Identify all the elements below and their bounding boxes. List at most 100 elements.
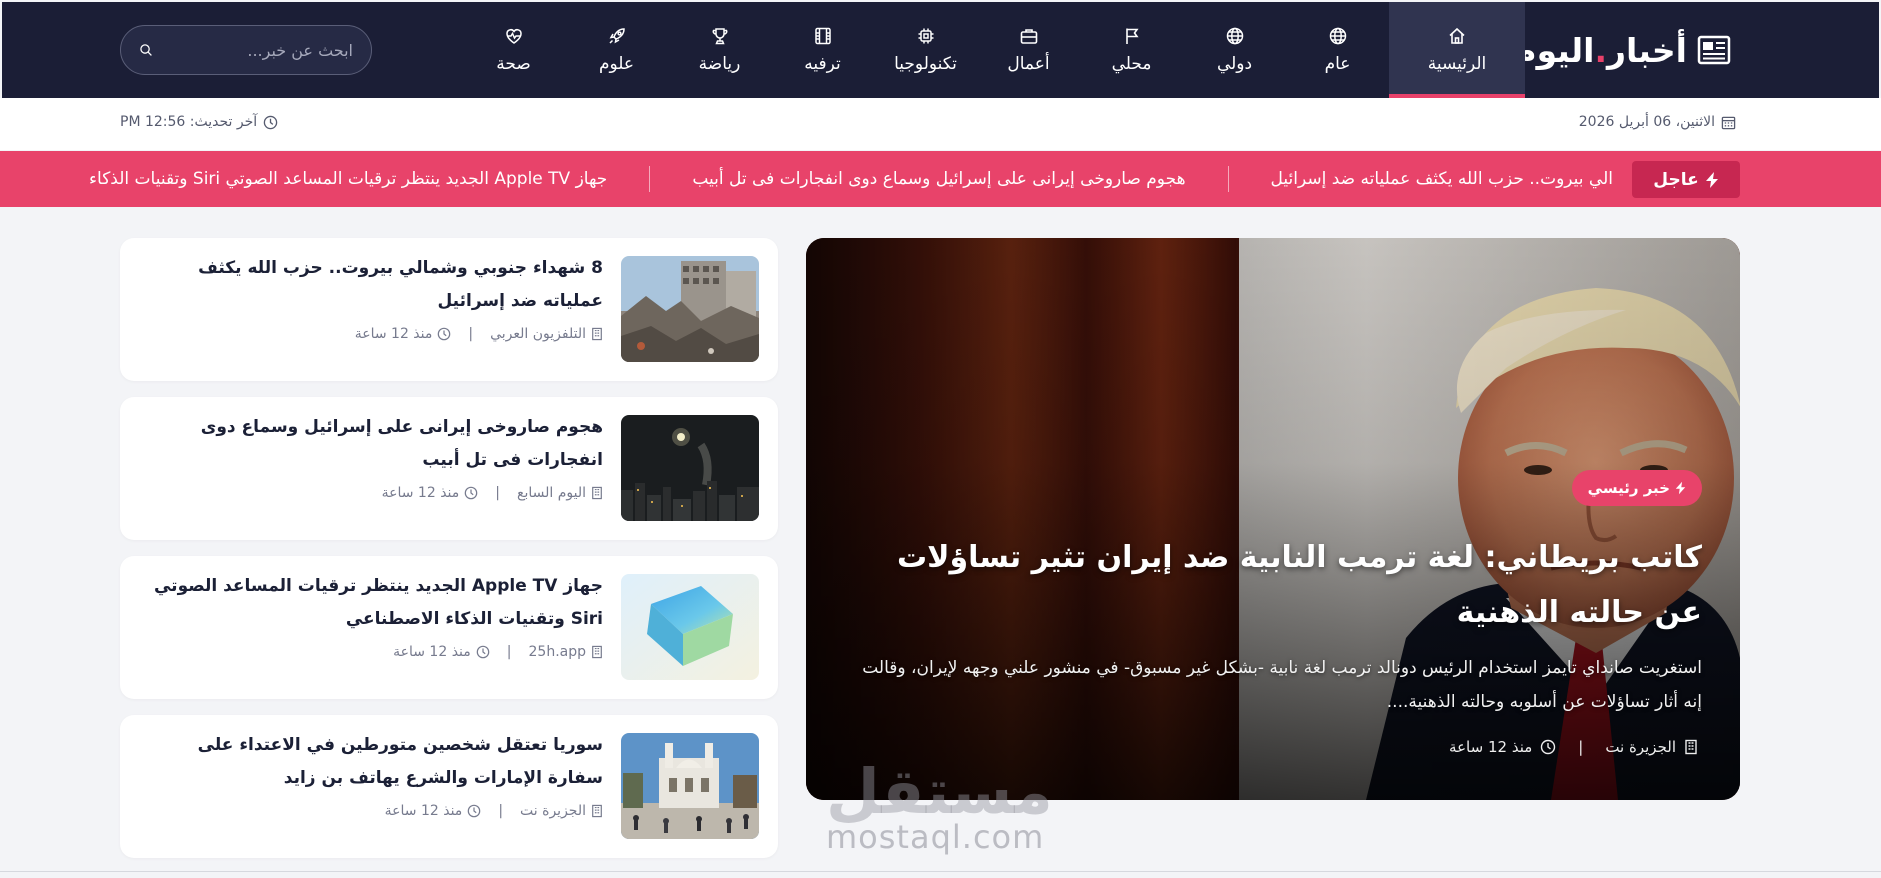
meta-divider: | xyxy=(1578,738,1584,756)
side-article-card[interactable]: جهاز Apple TV الجديد ينتظر ترقيات المساع… xyxy=(120,556,778,699)
building-icon xyxy=(592,327,602,341)
nav-label: علوم xyxy=(598,54,635,74)
briefcase-icon xyxy=(1020,29,1037,44)
nav-label: محلي xyxy=(1111,54,1152,74)
hero-article[interactable]: خبر رئيسي كاتب بريطاني: لغة ترمب النابية… xyxy=(806,238,1740,800)
nav-item-technology[interactable]: تكنولوجيا xyxy=(874,2,977,98)
article-source: 25h.app xyxy=(528,644,587,660)
article-meta: 25h.app | منذ 12 ساعة xyxy=(393,644,603,660)
article-title[interactable]: جهاز Apple TV الجديد ينتظر ترقيات المساع… xyxy=(138,570,603,636)
breaking-news-ticker: عاجل الي بيروت.. حزب الله يكثف عملياته ض… xyxy=(0,151,1881,207)
article-title[interactable]: هجوم صاروخى إيرانى على إسرائيل وسماع دوى… xyxy=(138,411,603,477)
article-meta: التلفزيون العربي | منذ 12 ساعة xyxy=(355,326,603,342)
watermark-latin: mostaql.com xyxy=(826,818,1045,856)
clock-icon xyxy=(476,645,490,659)
article-time: منذ 12 ساعة xyxy=(384,803,463,819)
film-icon xyxy=(814,27,831,45)
article-title[interactable]: 8 شهداء جنوبي وشمالي بيروت.. حزب الله يك… xyxy=(138,252,603,318)
info-bar: الاثنين، 06 أبريل 2026 آخر تحديث: 12:56 … xyxy=(0,98,1881,150)
hero-summary: استغريت صانداي تايمز استخدام الرئيس دونا… xyxy=(862,658,1702,712)
article-title[interactable]: سوريا تعتقل شخصين متورطين في الاعتداء عل… xyxy=(138,729,603,795)
article-thumbnail xyxy=(621,256,759,362)
ticker-item[interactable]: هجوم صاروخى إيرانى على إسرائيل وسماع دوى… xyxy=(650,169,1227,189)
hero-source: الجزيرة نت xyxy=(1605,738,1676,756)
newspaper-icon xyxy=(1697,35,1731,65)
side-article-card[interactable]: سوريا تعتقل شخصين متورطين في الاعتداء عل… xyxy=(120,715,778,858)
bolt-icon xyxy=(1675,481,1686,495)
meta-divider: | xyxy=(498,803,504,819)
meta-divider: | xyxy=(495,485,500,501)
nav-label: تكنولوجيا xyxy=(894,54,957,74)
meta-divider: | xyxy=(468,326,474,342)
article-time: منذ 12 ساعة xyxy=(381,485,460,501)
article-thumbnail xyxy=(621,733,759,839)
search-icon[interactable] xyxy=(139,39,153,61)
article-source: التلفزيون العربي xyxy=(490,326,586,342)
side-article-card[interactable]: 8 شهداء جنوبي وشمالي بيروت.. حزب الله يك… xyxy=(120,238,778,381)
ticker-divider xyxy=(1227,166,1229,192)
nav-item-business[interactable]: أعمال xyxy=(977,2,1080,98)
nav-item-local[interactable]: محلي xyxy=(1080,2,1183,98)
article-thumbnail xyxy=(621,574,759,680)
search-box xyxy=(120,25,372,75)
ticker-item[interactable]: الي بيروت.. حزب الله يكثف عملياته ضد إسر… xyxy=(1229,169,1613,189)
nav-item-health[interactable]: صحة xyxy=(462,2,565,98)
page-divider xyxy=(0,871,1881,872)
article-source: اليوم السابع xyxy=(517,485,586,501)
nav-item-home[interactable]: الرئيسية xyxy=(1389,2,1525,98)
hero-meta: الجزيرة نت | منذ 12 ساعة xyxy=(1449,738,1698,756)
chip-icon xyxy=(918,28,933,44)
article-meta: الجزيرة نت | منذ 12 ساعة xyxy=(385,803,603,819)
bolt-icon xyxy=(1705,171,1718,188)
globe-icon xyxy=(1329,27,1346,45)
breaking-badge: عاجل xyxy=(1632,161,1740,198)
clock-icon xyxy=(263,115,278,129)
article-source: الجزيرة نت xyxy=(520,803,586,819)
side-article-card[interactable]: هجوم صاروخى إيرانى على إسرائيل وسماع دوى… xyxy=(120,397,778,540)
building-icon xyxy=(592,804,602,818)
nav-item-international[interactable]: دولي xyxy=(1183,2,1286,98)
top-navbar: أخبار.اليوم الرئيسية عام دولي محلي أعمال… xyxy=(2,2,1879,98)
main-nav: الرئيسية عام دولي محلي أعمال تكنولوجيا ت… xyxy=(462,2,1525,98)
home-icon xyxy=(1449,27,1465,44)
clock-icon xyxy=(468,804,481,818)
nav-item-entertainment[interactable]: ترفيه xyxy=(771,2,874,98)
hero-category-badge[interactable]: خبر رئيسي xyxy=(1571,470,1702,506)
nav-label: دولي xyxy=(1216,54,1253,74)
clock-icon xyxy=(1541,739,1556,755)
nav-item-sports[interactable]: رياضة xyxy=(668,2,771,98)
calendar-icon xyxy=(1721,116,1736,129)
building-icon xyxy=(1685,739,1697,755)
article-thumbnail xyxy=(621,415,759,521)
nav-label: رياضة xyxy=(698,54,741,74)
article-meta: اليوم السابع | منذ 12 ساعة xyxy=(382,485,603,501)
nav-label: صحة xyxy=(496,54,531,74)
article-time: منذ 12 ساعة xyxy=(354,326,433,342)
nav-item-science[interactable]: علوم xyxy=(565,2,668,98)
article-time: منذ 12 ساعة xyxy=(393,644,471,660)
nav-label: ترفيه xyxy=(804,54,841,74)
ticker-divider xyxy=(649,166,651,192)
nav-label: الرئيسية xyxy=(1427,54,1487,74)
last-updated: آخر تحديث: 12:56 PM xyxy=(120,114,278,130)
globe-icon xyxy=(1226,27,1243,45)
nav-label: عام xyxy=(1324,54,1351,74)
logo-text: أخبار.اليوم xyxy=(1512,30,1687,70)
building-icon xyxy=(592,645,602,659)
nav-item-general[interactable]: عام xyxy=(1286,2,1389,98)
heart-pulse-icon xyxy=(505,29,522,44)
meta-divider: | xyxy=(506,644,512,660)
flag-icon xyxy=(1125,28,1139,44)
trophy-icon xyxy=(712,28,727,45)
building-icon xyxy=(592,486,602,500)
clock-icon xyxy=(438,327,451,341)
hero-title[interactable]: كاتب بريطاني: لغة ترمب النابية ضد إيران … xyxy=(842,530,1702,640)
site-logo[interactable]: أخبار.اليوم xyxy=(1512,2,1731,98)
current-date: الاثنين، 06 أبريل 2026 xyxy=(1579,114,1736,130)
search-input[interactable] xyxy=(153,40,353,60)
clock-icon xyxy=(464,486,478,500)
hero-time: منذ 12 ساعة xyxy=(1449,738,1533,756)
nav-label: أعمال xyxy=(1007,54,1050,74)
rocket-icon xyxy=(608,28,625,44)
ticker-item[interactable]: جهاز Apple TV الجديد ينتظر ترقيات المساع… xyxy=(47,169,649,189)
